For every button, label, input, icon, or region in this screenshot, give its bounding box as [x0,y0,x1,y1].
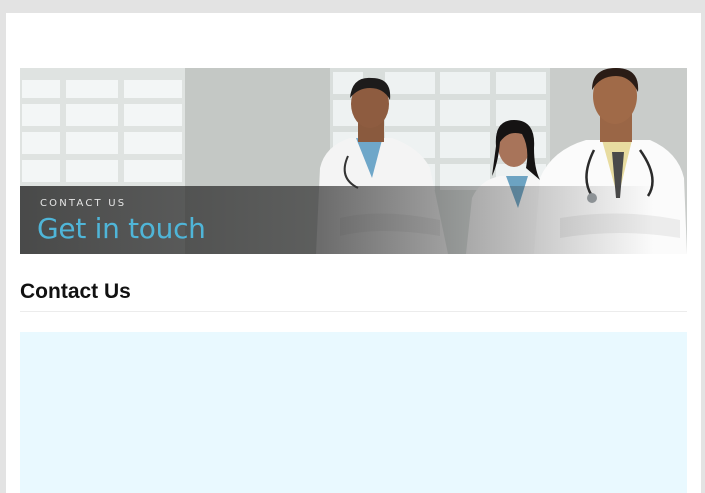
title-divider [20,311,687,312]
banner-kicker: CONTACT US [40,198,127,209]
contact-content-area [20,332,687,493]
banner-headline: Get in touch [37,212,206,245]
page-title: Contact Us [20,280,131,303]
page-container: CONTACT US Get in touch Contact Us [6,13,701,493]
contact-banner: CONTACT US Get in touch [20,68,687,254]
